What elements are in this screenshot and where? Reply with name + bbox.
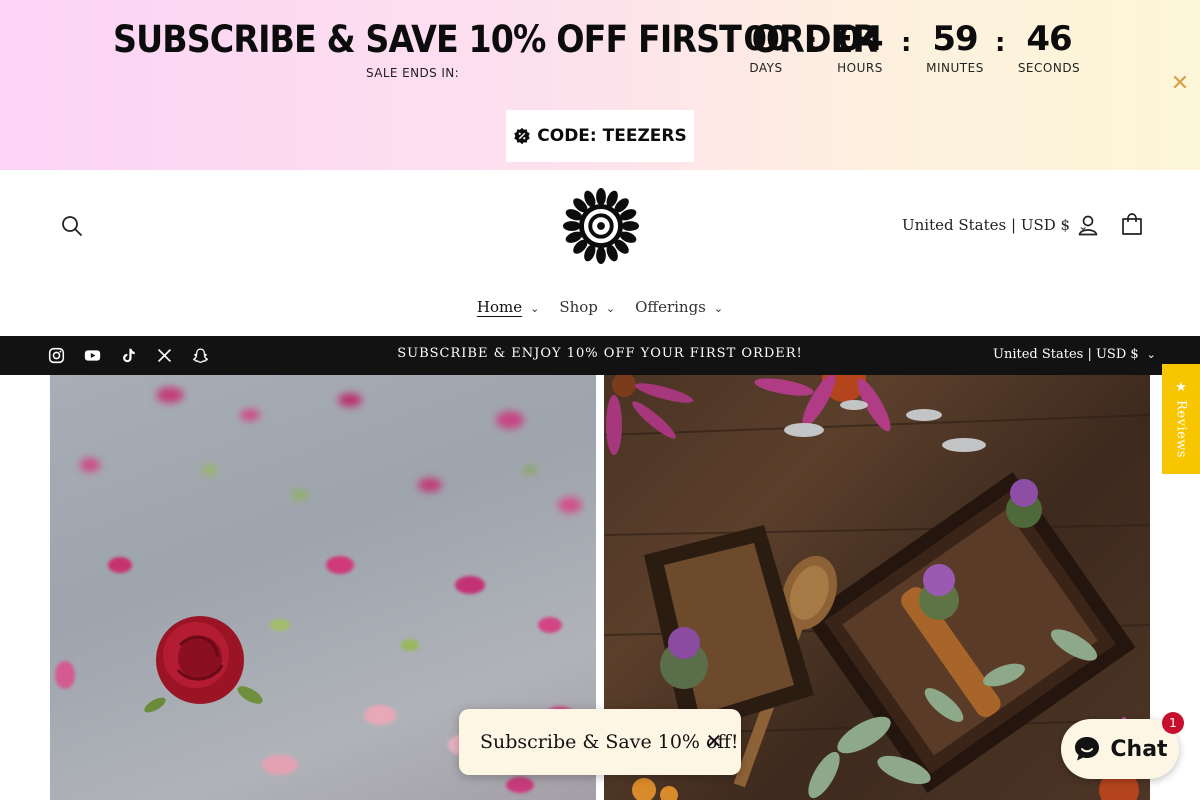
close-icon[interactable]: ✕ xyxy=(1169,73,1191,95)
nav-item-offerings[interactable]: Offerings ⌄ xyxy=(635,298,723,316)
nav-item-label: Offerings xyxy=(635,298,706,316)
cart-button[interactable] xyxy=(1120,213,1144,237)
countdown-days-value: 00 xyxy=(743,19,789,59)
countdown-seconds-value: 46 xyxy=(1026,19,1072,59)
countdown-minutes-value: 59 xyxy=(932,19,978,59)
snapchat-icon xyxy=(192,347,208,363)
countdown-separator: : xyxy=(995,28,1006,58)
subscribe-popup[interactable]: Subscribe & Save 10% off! ✕ xyxy=(459,709,741,775)
x-link[interactable] xyxy=(154,345,174,365)
nav-item-label: Home xyxy=(476,298,523,316)
locale-selector[interactable]: United States | USD $ ⌄ xyxy=(902,216,1088,234)
reviews-tab-label: ★ Reviews xyxy=(1173,379,1189,459)
sun-flower-logo[interactable] xyxy=(562,187,640,265)
x-icon xyxy=(157,348,171,362)
logo-petal xyxy=(596,246,606,265)
countdown-seconds-label: SECONDS xyxy=(1017,61,1081,75)
nav-item-home[interactable]: Home ⌄ xyxy=(477,298,539,316)
social-links xyxy=(46,345,210,365)
chat-label: Chat xyxy=(1110,736,1168,762)
countdown-hours-label: HOURS xyxy=(837,61,883,75)
youtube-icon xyxy=(84,349,100,361)
tiktok-icon xyxy=(122,348,135,362)
countdown-hours: 04 HOURS xyxy=(820,18,900,75)
site-header: United States | USD $ ⌄ Home ⌄ Shop ⌄ Offer… xyxy=(0,170,1200,336)
main-nav: Home ⌄ Shop ⌄ Offerings ⌄ xyxy=(0,298,1200,316)
countdown-minutes: 59 MINUTES xyxy=(915,18,995,75)
discount-code-text: CODE: TEEZERS xyxy=(537,126,687,146)
countdown-minutes-label: MINUTES xyxy=(926,61,984,75)
promo-banner: SUBSCRIBE & SAVE 10% OFF FIRST ORDER SAL… xyxy=(0,0,1200,170)
chevron-down-icon: ⌄ xyxy=(713,302,724,315)
subscribe-popup-text: Subscribe & Save 10% off! xyxy=(480,731,739,753)
cart-icon xyxy=(1122,213,1142,235)
countdown-separator: : xyxy=(901,28,912,58)
countdown-seconds: 46 SECONDS xyxy=(1009,18,1089,75)
account-icon xyxy=(1078,215,1098,236)
instagram-link[interactable] xyxy=(46,345,66,365)
search-icon xyxy=(62,216,82,236)
logo-petal xyxy=(621,221,640,231)
chevron-down-icon: ⌄ xyxy=(1146,348,1156,361)
announcement-locale-selector[interactable]: United States | USD $ ⌄ xyxy=(993,347,1156,362)
countdown-days-label: DAYS xyxy=(749,61,783,75)
chat-notification-badge: 1 xyxy=(1162,712,1184,734)
youtube-link[interactable] xyxy=(82,345,102,365)
search-button[interactable] xyxy=(58,212,86,240)
logo-petal xyxy=(596,187,606,206)
nav-item-shop[interactable]: Shop ⌄ xyxy=(559,298,615,316)
close-icon[interactable]: ✕ xyxy=(703,730,725,752)
tiktok-link[interactable] xyxy=(118,345,138,365)
locale-label: United States | USD $ xyxy=(902,216,1071,234)
chat-button[interactable]: Chat xyxy=(1061,719,1179,779)
promo-subtitle: SALE ENDS IN: xyxy=(366,66,460,80)
nav-item-label: Shop xyxy=(559,298,598,316)
countdown-hours-value: 04 xyxy=(837,19,883,59)
logo-petal xyxy=(562,221,581,231)
chevron-down-icon: ⌄ xyxy=(605,302,616,315)
announcement-bar: SUBSCRIBE & ENJOY 10% OFF YOUR FIRST ORD… xyxy=(0,336,1200,375)
reviews-tab[interactable]: ★ Reviews xyxy=(1162,364,1200,474)
locale-label: United States | USD $ xyxy=(993,347,1139,362)
countdown-separator: : xyxy=(807,28,818,58)
chevron-down-icon: ⌄ xyxy=(530,302,540,315)
countdown-days: 00 DAYS xyxy=(726,18,806,75)
snapchat-link[interactable] xyxy=(190,345,210,365)
account-button[interactable] xyxy=(1076,213,1100,237)
instagram-icon xyxy=(48,347,64,363)
badge-percent-icon xyxy=(514,127,531,145)
chat-bubble-icon xyxy=(1075,737,1100,761)
discount-code-button[interactable]: CODE: TEEZERS xyxy=(506,110,694,162)
